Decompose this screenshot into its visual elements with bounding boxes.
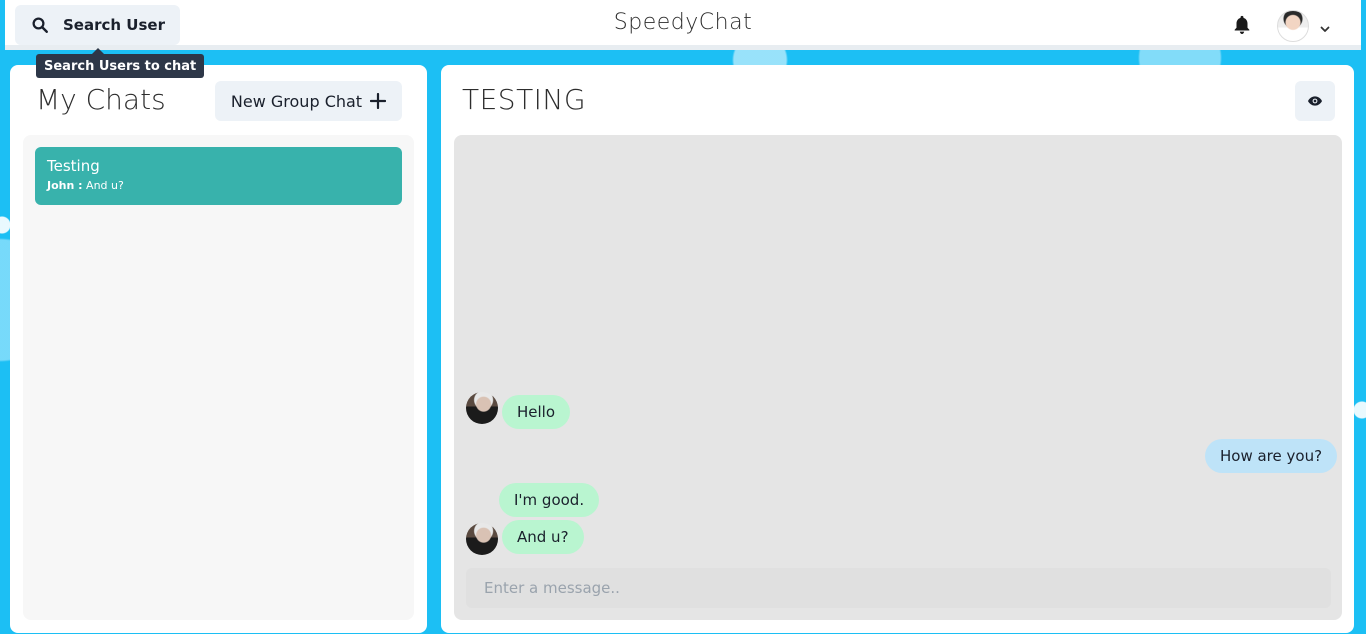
search-user-button[interactable]: Search User — [15, 5, 180, 45]
chat-panel: TESTING Hello How are you? I'm good. And… — [441, 65, 1354, 633]
app-title: SpeedyChat — [613, 10, 753, 35]
new-group-chat-label: New Group Chat — [230, 91, 363, 111]
avatar — [1277, 10, 1309, 42]
message-input[interactable] — [466, 568, 1331, 608]
chat-room-title: TESTING — [462, 83, 587, 116]
plus-icon — [369, 92, 387, 110]
bell-icon[interactable] — [1231, 14, 1253, 36]
chevron-down-icon — [1319, 20, 1331, 32]
view-group-button[interactable] — [1295, 81, 1335, 121]
chat-name: Testing — [47, 157, 100, 175]
my-chats-title: My Chats — [36, 83, 166, 116]
chat-preview-text: And u? — [86, 179, 124, 192]
chat-list-item[interactable]: Testing John : And u? — [35, 147, 402, 205]
eye-icon — [1308, 96, 1322, 106]
chat-preview: John : And u? — [47, 179, 390, 192]
chat-preview-sender: John : — [47, 179, 83, 192]
my-chats-panel: My Chats New Group Chat Testing John : A… — [10, 65, 427, 633]
chat-list: Testing John : And u? — [23, 135, 414, 620]
message-bubble: And u? — [502, 520, 584, 554]
search-icon — [31, 16, 49, 34]
message-bubble: Hello — [502, 395, 571, 429]
top-bar: Search User SpeedyChat — [5, 0, 1361, 50]
search-user-label: Search User — [63, 16, 165, 34]
search-tooltip: Search Users to chat — [36, 48, 205, 78]
message-bubble: I'm good. — [499, 483, 600, 517]
profile-menu-button[interactable] — [1277, 8, 1343, 44]
message-bubble: How are you? — [1205, 439, 1338, 473]
avatar — [466, 392, 498, 424]
new-group-chat-button[interactable]: New Group Chat — [215, 81, 402, 121]
message-area: Hello How are you? I'm good. And u? — [454, 135, 1342, 620]
avatar — [466, 523, 498, 555]
